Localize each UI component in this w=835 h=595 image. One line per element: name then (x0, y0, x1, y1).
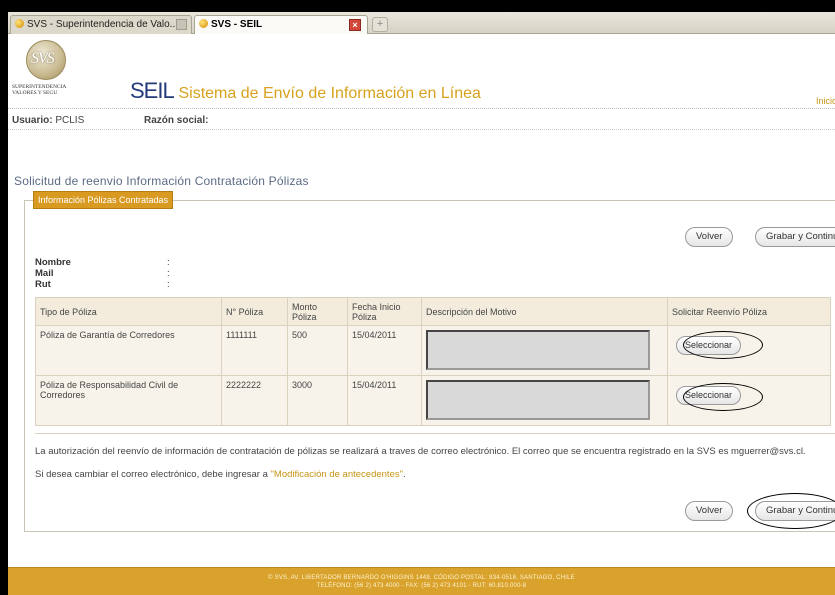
usuario-field: Usuario: PCLIS (12, 115, 85, 126)
cell-solicitar: Seleccionar (667, 325, 831, 376)
cell-numero: 2222222 (221, 375, 288, 426)
panel-legend: Información Pólizas Contratadas (33, 191, 174, 209)
col-solicitar: Solicitar Reenvío Póliza (667, 297, 831, 326)
table-header-row: Tipo de Póliza N° Póliza Monto Póliza Fe… (35, 297, 831, 326)
footer-address: © SVS, AV. LIBERTADOR BERNARDO O'HIGGINS… (268, 575, 575, 581)
browser-tab-strip: SVS - Superintendencia de Valo... SVS - … (8, 12, 835, 34)
col-monto: Monto Póliza (287, 297, 348, 326)
user-bar: Usuario: PCLIS Razón social: (8, 108, 835, 130)
svs-logo: SVS SUPERINTENDENCIA VALORES Y SEGU (12, 38, 82, 98)
razon-social-field: Razón social: (144, 115, 209, 126)
modificacion-antecedentes-link[interactable]: "Modificación de antecedentes" (271, 469, 403, 480)
seleccionar-button[interactable]: Seleccionar (676, 386, 742, 405)
polizas-panel: Información Pólizas Contratadas Volver G… (24, 191, 835, 532)
grabar-continuar-button-bottom[interactable]: Grabar y Continuar (755, 501, 835, 521)
info-row-mail: Mail: (35, 268, 170, 279)
logo-text: SVS (31, 50, 55, 67)
seleccionar-button[interactable]: Seleccionar (676, 336, 742, 355)
tab-close-icon[interactable] (176, 19, 187, 30)
cell-tipo: Póliza de Garantía de Corredores (35, 325, 222, 376)
grabar-continuar-button-top[interactable]: Grabar y Continuar (755, 227, 835, 247)
info-row-nombre: Nombre: (35, 257, 170, 268)
app-full-name: Sistema de Envío de Información en Línea (178, 85, 481, 102)
logo-subtitle: SUPERINTENDENCIA VALORES Y SEGU (12, 84, 67, 96)
cell-monto: 500 (287, 325, 348, 376)
note-line-1: La autorización del reenvío de informaci… (35, 446, 806, 457)
table-row: Póliza de Responsabilidad Civil de Corre… (35, 375, 831, 426)
volver-button-bottom[interactable]: Volver (685, 501, 734, 521)
cell-motivo (421, 325, 668, 376)
browser-tab-svs[interactable]: SVS - Superintendencia de Valo... (10, 15, 192, 34)
page-title: Solicitud de reenvio Información Contrat… (14, 174, 309, 188)
inicio-link[interactable]: Inicio S (816, 96, 835, 106)
info-row-rut: Rut: (35, 279, 170, 290)
col-fecha: Fecha Inicio Póliza (347, 297, 422, 326)
col-tipo: Tipo de Póliza (35, 297, 222, 326)
footer-contact: TELÉFONO: (56 2) 473 4000 - FAX: (56 2) … (316, 583, 527, 589)
col-numero: N° Póliza (221, 297, 288, 326)
volver-button-top[interactable]: Volver (685, 227, 734, 247)
new-tab-button[interactable]: + (372, 17, 388, 32)
motivo-textarea[interactable] (426, 380, 650, 420)
motivo-textarea[interactable] (426, 330, 650, 370)
app-title: SEIL Sistema de Envío de Información en … (130, 78, 481, 104)
table-row: Póliza de Garantía de Corredores 1111111… (35, 325, 831, 376)
firefox-favicon-icon (199, 19, 208, 28)
browser-tab-seil[interactable]: SVS - SEIL × (194, 15, 368, 34)
cell-fecha: 15/04/2011 (347, 375, 422, 426)
usuario-value: PCLIS (55, 115, 85, 126)
page: SVS SUPERINTENDENCIA VALORES Y SEGU SEIL… (8, 34, 835, 595)
cell-solicitar: Seleccionar (667, 375, 831, 426)
firefox-favicon-icon (15, 19, 24, 28)
note-line-2: Si desea cambiar el correo electrónico, … (35, 469, 406, 480)
polizas-table: Tipo de Póliza N° Póliza Monto Póliza Fe… (35, 297, 831, 426)
cell-monto: 3000 (287, 375, 348, 426)
app-acronym: SEIL (130, 78, 175, 103)
tab-close-icon[interactable]: × (349, 19, 361, 31)
cell-motivo (421, 375, 668, 426)
authorization-note: La autorización del reenvío de informaci… (35, 433, 835, 485)
col-motivo: Descripción del Motivo (421, 297, 668, 326)
footer: © SVS, AV. LIBERTADOR BERNARDO O'HIGGINS… (8, 567, 835, 595)
cell-numero: 1111111 (221, 325, 288, 376)
tab-label: SVS - SEIL (211, 19, 263, 30)
tab-label: SVS - Superintendencia de Valo... (27, 19, 179, 30)
cell-fecha: 15/04/2011 (347, 325, 422, 376)
contact-info: Nombre: Mail: Rut: (35, 257, 170, 290)
cell-tipo: Póliza de Responsabilidad Civil de Corre… (35, 375, 222, 426)
